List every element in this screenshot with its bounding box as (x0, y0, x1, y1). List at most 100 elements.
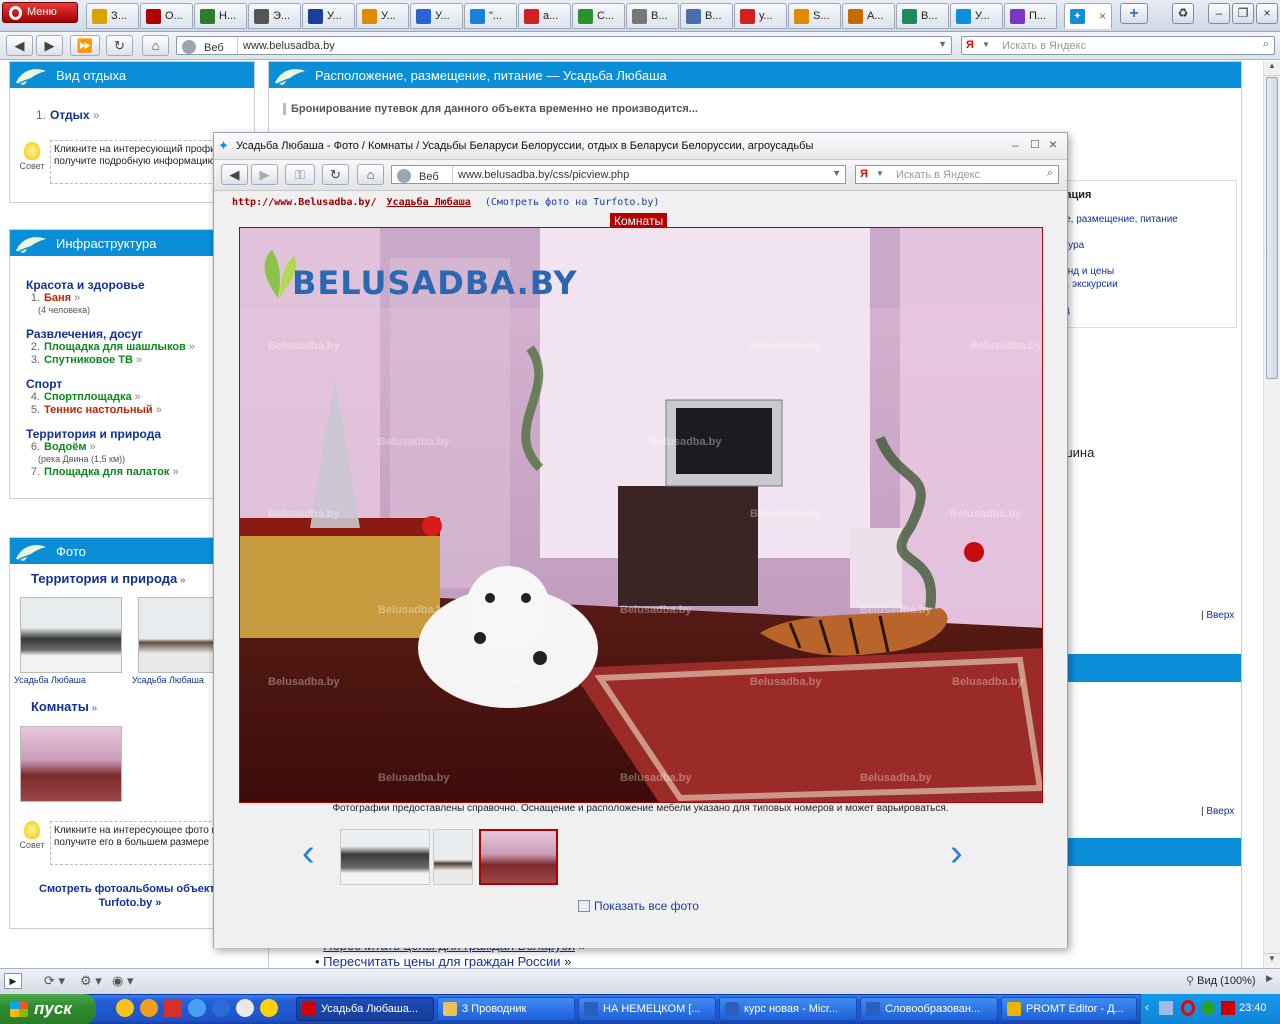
nav-item[interactable]: уктура (1054, 239, 1178, 252)
albums-link[interactable]: Смотреть фотоальбомы объекта Turfoto.by » (30, 882, 230, 910)
search-icon[interactable]: ⌕ (1047, 167, 1053, 180)
taskbar-button[interactable]: 3 Проводник (437, 997, 575, 1021)
tab-active[interactable]: ✦ × (1064, 3, 1112, 29)
photo-thumbnail[interactable] (138, 597, 218, 673)
tab-11[interactable]: В... (680, 3, 733, 29)
popup-home-button[interactable]: ⌂ (357, 164, 384, 185)
tab-4[interactable]: У... (302, 3, 355, 29)
photo-thumbnail[interactable] (20, 726, 122, 802)
quicklaunch-icon[interactable] (140, 999, 158, 1017)
item-link[interactable]: Площадка для шашлыков (44, 341, 186, 353)
quicklaunch-icon[interactable] (116, 999, 134, 1017)
thumb-caption[interactable]: Усадьба Любаша (14, 675, 86, 685)
gallery-thumbnail-selected[interactable] (479, 829, 558, 885)
taskbar-button[interactable]: курс новая - Micr... (719, 997, 857, 1021)
key-icon[interactable]: ⚿ (285, 164, 315, 185)
turbo-icon[interactable]: ◉ ▾ (112, 973, 133, 989)
next-photo-arrow-icon[interactable]: › (950, 833, 976, 873)
new-tab-button[interactable]: + (1120, 3, 1148, 24)
item-link[interactable]: Водоём (44, 441, 86, 453)
unite-icon[interactable]: ⚙ ▾ (80, 973, 102, 989)
quicklaunch-icon[interactable] (260, 999, 278, 1017)
sync-icon[interactable]: ⟳ ▾ (44, 973, 65, 989)
tab-8[interactable]: а... (518, 3, 571, 29)
top-link[interactable]: | Вверх (1201, 610, 1234, 621)
forward-button[interactable]: ▶ (36, 35, 63, 56)
reload-button[interactable]: ↻ (106, 35, 133, 56)
nav-item[interactable]: а (1054, 226, 1178, 239)
antivirus-icon[interactable] (1221, 1001, 1235, 1015)
quicklaunch-icon[interactable] (164, 999, 182, 1017)
turfoto-link[interactable]: (Смотреть фото на Turfoto.by) (485, 197, 660, 208)
infra-item[interactable]: 2. Площадка для шашлыков » (18, 341, 195, 353)
search-icon[interactable]: ⌕ (1263, 38, 1269, 51)
gallery-thumbnail[interactable] (340, 829, 430, 885)
restore-button[interactable]: ❐ (1232, 3, 1254, 24)
nav-item[interactable]: езд (1054, 304, 1178, 317)
top-link[interactable]: | Вверх (1201, 806, 1234, 817)
opera-menu-button[interactable]: Меню (2, 2, 78, 23)
tab-5[interactable]: У... (356, 3, 409, 29)
dropdown-icon[interactable]: ▼ (832, 168, 841, 178)
tab-12[interactable]: у... (734, 3, 787, 29)
gallery-thumbnail[interactable] (433, 829, 473, 885)
address-field[interactable]: Веб www.belusadba.by ▼ (176, 36, 952, 55)
tab-16[interactable]: У... (950, 3, 1003, 29)
tab-13[interactable]: S... (788, 3, 841, 29)
opera-tray-icon[interactable] (1181, 1000, 1195, 1016)
tab-9[interactable]: С... (572, 3, 625, 29)
nav-item[interactable]: фонд и цены (1054, 265, 1178, 278)
crumb-site-link[interactable]: http://www.Belusadba.by/ (232, 197, 377, 208)
popup-titlebar[interactable]: ✦ Усадьба Любаша - Фото / Комнаты / Усад… (214, 133, 1067, 160)
infra-item[interactable]: 3. Спутниковое ТВ » (18, 354, 142, 366)
tab-6[interactable]: У... (410, 3, 463, 29)
trash-icon[interactable]: ♻ (1172, 3, 1194, 24)
infra-item[interactable]: 1. Баня » (18, 292, 80, 304)
popup-back-button[interactable]: ◀ (221, 164, 248, 185)
home-button[interactable]: ⌂ (142, 35, 169, 56)
item-link[interactable]: Теннис настольный (44, 404, 153, 416)
back-button[interactable]: ◀ (6, 35, 33, 56)
item-link[interactable]: Спутниковое ТВ (44, 354, 133, 366)
infra-item[interactable]: 5. Теннис настольный » (18, 404, 162, 416)
minimize-button[interactable]: – (1208, 3, 1230, 24)
dropdown-icon[interactable]: ▼ (938, 39, 947, 49)
infra-item[interactable]: 7. Площадка для палаток » (18, 466, 179, 478)
popup-minimize-button[interactable]: – (1012, 138, 1019, 152)
popup-reload-button[interactable]: ↻ (322, 164, 349, 185)
infra-item[interactable]: 4. Спортплощадка » (18, 391, 141, 403)
item-link[interactable]: Баня (44, 292, 71, 304)
panel-toggle-icon[interactable]: ▶ (4, 973, 22, 989)
status-scroll-icon[interactable]: ▶ (1266, 973, 1273, 984)
zoom-indicator[interactable]: ⚲ Вид (100%) (1186, 974, 1256, 987)
ie-icon[interactable] (188, 999, 206, 1017)
search-field[interactable]: Я ▼ Искать в Яндекс ⌕ (961, 36, 1275, 55)
taskbar-button[interactable]: Словообразован... (860, 997, 998, 1021)
crumb-estate-link[interactable]: Усадьба Любаша (387, 197, 471, 208)
tray-expand-icon[interactable]: ‹ (1145, 1000, 1149, 1014)
popup-forward-button[interactable]: ▶ (251, 164, 278, 185)
nav-item[interactable]: ей (1054, 252, 1178, 265)
popup-maximize-button[interactable]: ☐ (1030, 138, 1040, 151)
popup-address-field[interactable]: Веб www.belusadba.by/css/picview.php ▼ (391, 165, 846, 184)
taskbar-button[interactable]: Усадьба Любаша... (296, 997, 434, 1021)
taskbar-button[interactable]: НА НЕМЕЦКОМ [... (578, 997, 716, 1021)
tab-7[interactable]: "... (464, 3, 517, 29)
tab-14[interactable]: А... (842, 3, 895, 29)
tab-17[interactable]: П... (1004, 3, 1057, 29)
thumb-caption[interactable]: Усадьба Любаша (132, 675, 204, 685)
section-title[interactable]: Территория и природа » (31, 571, 186, 586)
nav-item[interactable] (1054, 291, 1178, 304)
tab-close-icon[interactable]: × (1099, 9, 1106, 23)
close-button[interactable]: × (1256, 3, 1278, 24)
main-photo[interactable]: BELUSADBA.BY Belusadba.by Belusadba.by Bel… (239, 227, 1043, 803)
infra-item[interactable]: 6. Водоём » (18, 441, 96, 453)
scrollbar-thumb[interactable] (1266, 77, 1278, 379)
tab-0[interactable]: З... (86, 3, 139, 29)
tab-3[interactable]: Э... (248, 3, 301, 29)
tab-2[interactable]: Н... (194, 3, 247, 29)
tab-10[interactable]: В... (626, 3, 679, 29)
popup-search-field[interactable]: Я ▼ Искать в Яндекс ⌕ (855, 165, 1059, 184)
fast-forward-button[interactable]: ⏩ (70, 35, 100, 56)
nav-item[interactable]: ние, размещение, питание (1054, 213, 1178, 226)
